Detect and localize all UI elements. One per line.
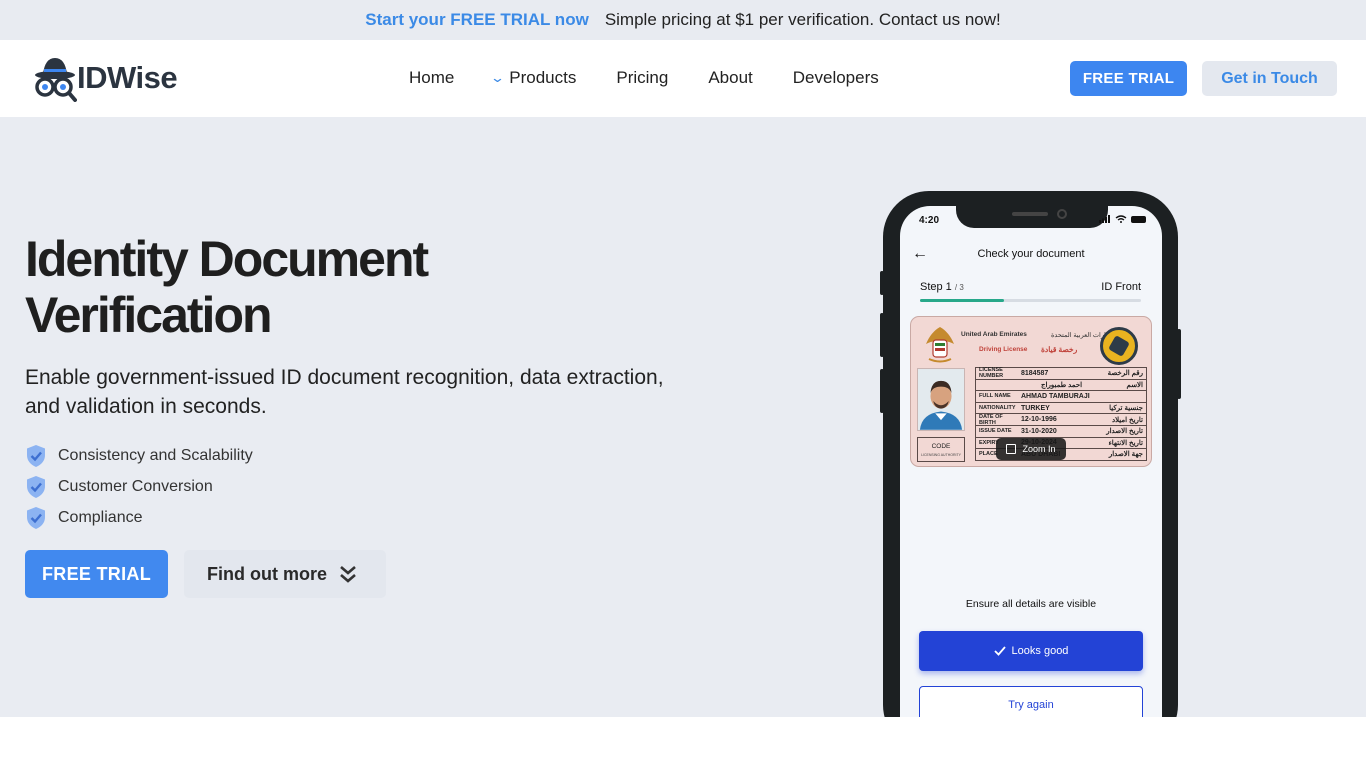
camera-icon	[1057, 209, 1067, 219]
expand-icon	[1006, 444, 1017, 454]
emblem-icon	[926, 327, 954, 363]
feature-item: Compliance	[25, 502, 253, 533]
feature-label: Customer Conversion	[58, 477, 213, 495]
detective-logo-icon	[35, 58, 77, 102]
main-nav: Home ⌄ Products Pricing About Developers	[409, 68, 919, 88]
shield-check-icon	[27, 444, 45, 467]
promo-link[interactable]: Start your FREE TRIAL now	[365, 10, 589, 30]
nav-about[interactable]: About	[708, 68, 752, 88]
field-label: FULL NAME	[979, 393, 1011, 400]
nav-pricing[interactable]: Pricing	[616, 68, 668, 88]
card-field-row: احمد طمبوراج الاسم	[975, 379, 1147, 392]
shield-check-icon	[27, 506, 45, 529]
find-out-more-label: Find out more	[207, 563, 327, 584]
step-name: ID Front	[1101, 281, 1141, 293]
id-photo	[917, 368, 965, 431]
get-in-touch-button[interactable]: Get in Touch	[1202, 61, 1337, 96]
find-out-more-button[interactable]: Find out more	[184, 550, 386, 598]
field-label-ar: تاريخ الانتهاء	[1108, 439, 1143, 447]
status-time: 4:20	[919, 215, 940, 226]
promo-message: Simple pricing at $1 per verification. C…	[604, 10, 1001, 29]
feature-label: Compliance	[58, 508, 143, 526]
step-indicator: Step 1 / 3	[920, 281, 964, 293]
progress-fill	[920, 299, 1004, 302]
nav-home[interactable]: Home	[409, 68, 454, 88]
phone-screen: 4:20 ← Check your document Step 1 / 3 ID…	[900, 206, 1162, 717]
notch-shape	[956, 206, 1108, 228]
code-sub-label: LICENSING AUTHORITY	[921, 453, 961, 457]
nav-developers[interactable]: Developers	[793, 68, 879, 88]
feature-label: Consistency and Scalability	[58, 446, 253, 464]
field-value: احمد طمبوراج	[1041, 381, 1083, 389]
field-value: 8184587	[1021, 369, 1049, 377]
battery-icon	[1131, 215, 1146, 223]
field-label: DATE OF BIRTH	[979, 413, 1003, 426]
field-value: TURKEY	[1021, 404, 1050, 412]
seal-inner	[1108, 335, 1130, 357]
header-free-trial-button[interactable]: FREE TRIAL	[1070, 61, 1187, 96]
code-box: CODE LICENSING AUTHORITY	[917, 437, 965, 462]
double-chevron-down-icon	[340, 566, 356, 583]
feature-item: Customer Conversion	[25, 471, 253, 502]
field-label-ar: جهة الاصدار	[1108, 451, 1143, 459]
chevron-down-icon: ⌄	[490, 70, 506, 85]
seal-icon	[1100, 327, 1138, 365]
logo-text: IDWise	[77, 60, 178, 95]
signal-icon	[1099, 215, 1110, 223]
hero-title-line1: Identity Document	[25, 231, 429, 287]
zoom-in-label: Zoom In	[1022, 444, 1056, 454]
screen-title: Check your document	[977, 248, 1085, 260]
card-license-en: Driving License	[979, 346, 1028, 353]
field-value: AHMAD TAMBURAJI	[1021, 392, 1090, 400]
field-label-ar: جنسية تركيا	[1109, 405, 1143, 413]
try-again-button[interactable]: Try again	[919, 686, 1143, 717]
card-license-ar: رخصة قيادة	[1041, 345, 1078, 354]
hero-subtitle: Enable government-issued ID document rec…	[25, 366, 664, 418]
logo[interactable]: IDWise	[33, 54, 178, 102]
hero-free-trial-button[interactable]: FREE TRIAL	[25, 550, 168, 598]
field-label-ar: تاريخ اميلاد	[1112, 416, 1143, 424]
feature-item: Consistency and Scalability	[25, 440, 253, 471]
hero-section: Identity Document Verification Enable go…	[0, 117, 1366, 717]
card-field-row: LICENSE NUMBER 8184587 رقم الرخصة	[975, 367, 1147, 380]
progress-bar	[920, 299, 1141, 302]
field-label: NATIONALITY	[979, 405, 1016, 412]
field-value: 31-10-2020	[1021, 427, 1057, 435]
card-field-row: DATE OF BIRTH 12-10-1996 تاريخ اميلاد	[975, 414, 1147, 426]
field-label: LICENSE NUMBER	[979, 367, 1004, 380]
looks-good-button[interactable]: Looks good	[919, 631, 1143, 671]
field-label-ar: رقم الرخصة	[1107, 370, 1143, 378]
code-label: CODE	[931, 443, 951, 450]
field-label-ar: تاريخ الاصدار	[1106, 428, 1143, 436]
field-label: ISSUE DATE	[979, 428, 1012, 435]
hero-title-line2: Verification	[25, 287, 273, 343]
wifi-icon	[1115, 215, 1127, 223]
speaker-icon	[1012, 212, 1048, 216]
looks-good-label: Looks good	[1011, 645, 1069, 657]
zoom-in-button[interactable]: Zoom In	[996, 438, 1066, 460]
site-header: IDWise Home ⌄ Products Pricing About Dev…	[0, 40, 1366, 117]
step-label: Step 1	[920, 281, 952, 293]
promo-banner: Start your FREE TRIAL now Simple pricing…	[0, 0, 1366, 40]
status-icons	[1099, 215, 1146, 223]
hero-title: Identity Document Verification	[25, 231, 585, 343]
field-value: 12-10-1996	[1021, 416, 1057, 424]
check-icon	[993, 646, 1006, 656]
step-total: / 3	[954, 283, 964, 292]
nav-products[interactable]: ⌄ Products	[490, 68, 577, 88]
ensure-visible-text: Ensure all details are visible	[965, 598, 1097, 610]
shield-check-icon	[27, 475, 45, 498]
feature-list: Consistency and Scalability Customer Con…	[25, 440, 253, 533]
id-card-preview[interactable]: United Arab Emirates الامارات العربية ال…	[910, 316, 1152, 467]
phone-mockup: 4:20 ← Check your document Step 1 / 3 ID…	[883, 191, 1178, 717]
card-field-row: FULL NAME AHMAD TAMBURAJI	[975, 391, 1147, 403]
field-label-ar: الاسم	[1126, 381, 1143, 389]
card-field-row: ISSUE DATE 31-10-2020 تاريخ الاصدار	[975, 425, 1147, 438]
card-field-row: NATIONALITY TURKEY جنسية تركيا	[975, 402, 1147, 415]
nav-products-label: Products	[509, 68, 577, 87]
card-country-en: United Arab Emirates	[961, 331, 1027, 338]
